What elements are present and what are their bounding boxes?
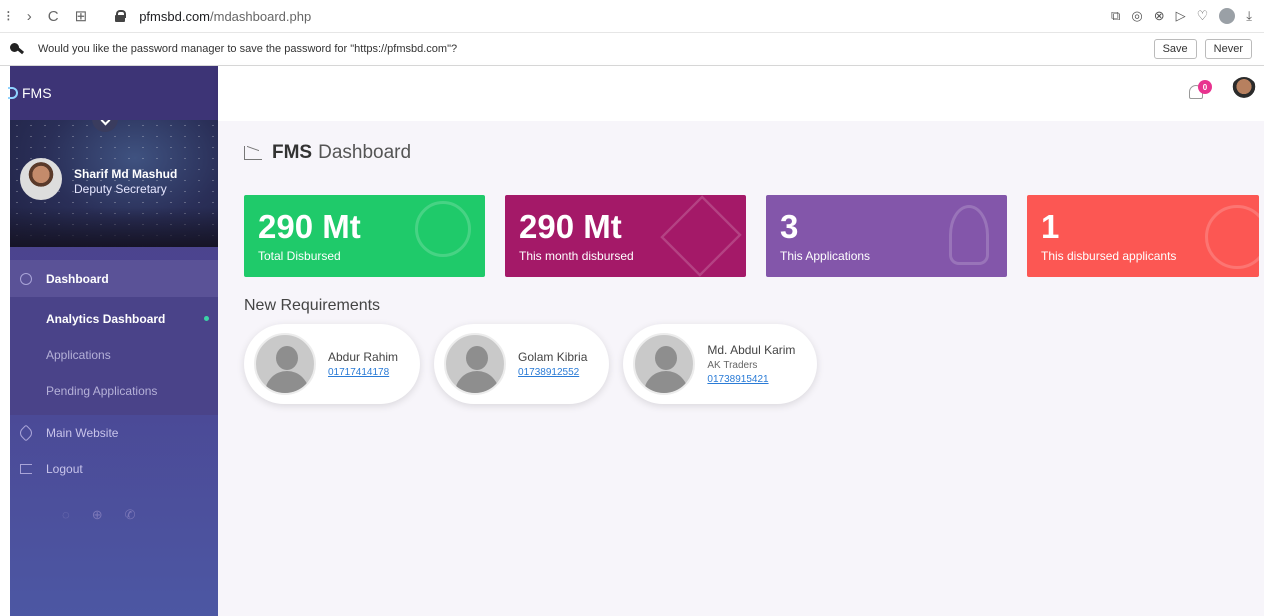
stat-card-total-disbursed: 290 Mt Total Disbursed xyxy=(244,195,485,277)
stat-label: Total Disbursed xyxy=(258,249,341,263)
stat-card-disbursed-applicants: 1 This disbursed applicants xyxy=(1027,195,1259,277)
landscape-silhouette xyxy=(10,207,218,247)
tag-icon xyxy=(17,424,35,442)
requirement-name: Golam Kibria xyxy=(518,350,588,364)
requirement-phone-link[interactable]: 01738915421 xyxy=(707,374,795,385)
password-save-bar: Would you like the password manager to s… xyxy=(0,33,1264,66)
sidebar-item-pending-applications[interactable]: Pending Applications xyxy=(10,373,218,409)
profile-name: Sharif Md Mashud xyxy=(74,167,178,181)
logout-icon xyxy=(20,464,32,474)
person-placeholder-icon xyxy=(444,333,507,395)
send-icon[interactable]: ▷ xyxy=(1176,8,1186,24)
share-icon[interactable]: ⧉ xyxy=(1111,8,1120,24)
sidebar-menu: Dashboard Analytics Dashboard Applicatio… xyxy=(10,247,218,523)
sidebar-item-logout[interactable]: Logout xyxy=(10,451,218,487)
requirement-company: AK Traders xyxy=(707,360,758,371)
page-title-rest: Dashboard xyxy=(318,142,412,163)
sidebar-item-label: Main Website xyxy=(46,426,119,440)
sidebar-item-label: Pending Applications xyxy=(46,384,158,398)
phone-icon[interactable]: ✆ xyxy=(125,507,136,523)
info-icon xyxy=(20,272,32,285)
stat-value: 290 Mt xyxy=(519,208,622,245)
requirement-name: Md. Abdul Karim xyxy=(707,343,796,357)
sidebar-item-label: Logout xyxy=(46,462,83,476)
requirement-name: Abdur Rahim xyxy=(328,350,399,364)
page-title-bold: FMS xyxy=(272,142,313,163)
url-host: pfmsbd.com xyxy=(139,8,211,24)
chat-icon[interactable]: ◌ xyxy=(62,507,70,523)
requirement-card[interactable]: Abdur Rahim 01717414178 xyxy=(244,324,421,404)
requirement-info: Abdur Rahim 01717414178 xyxy=(328,350,398,378)
stat-label: This month disbursed xyxy=(519,249,634,263)
person-placeholder-icon xyxy=(633,333,696,395)
url-field[interactable]: pfmsbd.com/mdashboard.php xyxy=(139,9,311,24)
stat-value: 3 xyxy=(780,208,799,245)
requirement-card[interactable]: Md. Abdul Karim AK Traders 01738915421 xyxy=(623,324,818,404)
requirements-list: Abdur Rahim 01717414178 Golam Kibria 017… xyxy=(244,324,818,404)
forward-icon[interactable]: › xyxy=(27,8,32,25)
profile-role: Deputy Secretary xyxy=(74,182,167,196)
key-icon xyxy=(10,43,24,55)
never-button[interactable]: Never xyxy=(1204,39,1252,59)
password-save-message: Would you like the password manager to s… xyxy=(38,43,458,55)
stat-card-applications: 3 This Applications xyxy=(766,195,1007,277)
sidebar-item-label: Analytics Dashboard xyxy=(46,312,166,326)
logo-icon xyxy=(8,87,18,99)
browser-profile-icon[interactable] xyxy=(1219,8,1236,24)
stat-label: This disbursed applicants xyxy=(1041,249,1177,263)
main-content: FMS Dashboard 290 Mt Total Disbursed 290… xyxy=(218,121,1264,616)
download-icon[interactable]: ⤓ xyxy=(1246,8,1252,24)
save-button[interactable]: Save xyxy=(1153,39,1197,59)
stat-value: 290 Mt xyxy=(258,208,361,245)
password-save-buttons: Save Never xyxy=(1153,39,1264,59)
globe-icon[interactable]: ⊕ xyxy=(92,507,103,523)
sidebar-brand[interactable]: FMS xyxy=(8,66,218,120)
sidebar: FMS Sharif Md Mashud Deputy Secretary Da… xyxy=(8,66,218,616)
sidebar-item-analytics-dashboard[interactable]: Analytics Dashboard xyxy=(10,301,218,337)
sidebar-item-label: Applications xyxy=(46,348,111,362)
brand-name: FMS xyxy=(22,85,52,101)
lightbulb-icon xyxy=(949,205,989,265)
reload-icon[interactable]: C xyxy=(48,8,59,25)
browser-address-bar: ⁝ › C ⊞ pfmsbd.com/mdashboard.php ⧉ ◎ ⊗ … xyxy=(0,0,1264,33)
sidebar-footer-icons: ◌ ⊕ ✆ xyxy=(10,507,218,523)
globe-icon xyxy=(1205,205,1259,269)
browser-nav: ⁝ › C ⊞ xyxy=(0,7,88,26)
area-chart-icon xyxy=(244,146,262,160)
stat-value: 1 xyxy=(1041,208,1060,245)
url-path: /mdashboard.php xyxy=(210,8,312,24)
requirement-phone-link[interactable]: 01717414178 xyxy=(328,367,398,378)
page-title: FMS Dashboard xyxy=(244,142,411,164)
new-requirements-heading: New Requirements xyxy=(244,297,381,314)
user-avatar[interactable] xyxy=(1230,77,1258,109)
heart-icon[interactable]: ♡ xyxy=(1197,8,1209,24)
sidebar-item-main-website[interactable]: Main Website xyxy=(10,415,218,451)
person-placeholder-icon xyxy=(254,333,316,395)
sidebar-item-dashboard[interactable]: Dashboard xyxy=(10,260,218,297)
notification-badge: 0 xyxy=(1198,80,1212,94)
browser-actions: ⧉ ◎ ⊗ ▷ ♡ ⤓ xyxy=(1111,8,1264,24)
user-icon xyxy=(415,201,471,257)
stat-card-month-disbursed: 290 Mt This month disbursed xyxy=(505,195,746,277)
menu-icon[interactable]: ⁝ xyxy=(6,7,11,25)
avatar xyxy=(20,158,62,200)
profile-panel: Sharif Md Mashud Deputy Secretary xyxy=(10,120,218,247)
sidebar-item-label: Dashboard xyxy=(46,271,109,286)
sidebar-item-applications[interactable]: Applications xyxy=(10,337,218,373)
requirement-phone-link[interactable]: 01738912552 xyxy=(518,367,587,378)
block-icon[interactable]: ⊗ xyxy=(1154,8,1165,24)
requirement-info: Golam Kibria 01738912552 xyxy=(518,350,587,378)
active-dot-icon xyxy=(204,316,209,321)
requirement-card[interactable]: Golam Kibria 01738912552 xyxy=(434,324,610,404)
dashboard-submenu: Analytics Dashboard Applications Pending… xyxy=(10,297,218,415)
camera-icon[interactable]: ◎ xyxy=(1131,8,1142,24)
requirement-info: Md. Abdul Karim AK Traders 01738915421 xyxy=(707,343,795,385)
diamond-icon xyxy=(660,195,742,277)
stat-cards: 290 Mt Total Disbursed 290 Mt This month… xyxy=(244,195,1259,277)
lock-icon[interactable] xyxy=(115,10,127,22)
top-bar: 0 xyxy=(218,66,1264,121)
apps-icon[interactable]: ⊞ xyxy=(75,7,88,25)
stat-label: This Applications xyxy=(780,249,871,263)
